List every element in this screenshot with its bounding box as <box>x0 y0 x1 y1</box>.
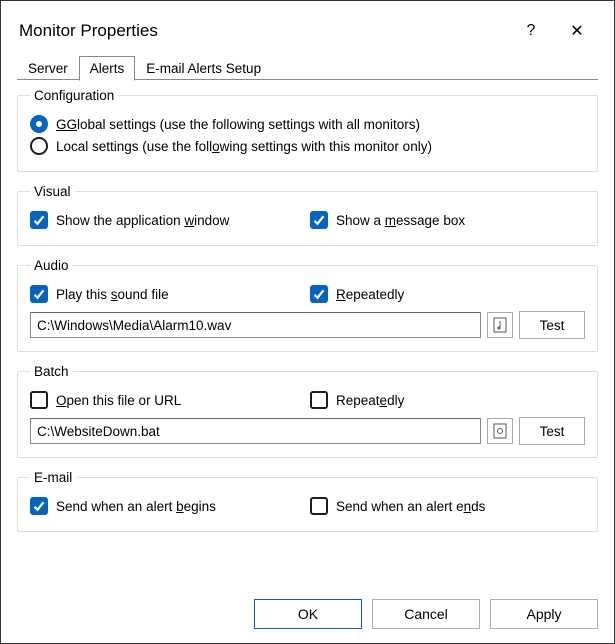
input-sound-path[interactable] <box>30 312 481 338</box>
group-batch: Batch Open this file or URL Repeatedly <box>17 364 598 458</box>
label-audio-repeatedly: Repeatedly <box>336 287 404 302</box>
title-bar: Monitor Properties ? ✕ <box>1 1 614 49</box>
label-batch-repeatedly: Repeatedly <box>336 393 404 408</box>
group-visual: Visual Show the application window Show … <box>17 184 598 246</box>
check-icon <box>33 500 45 512</box>
legend-email: E-mail <box>30 470 76 485</box>
tab-server[interactable]: Server <box>17 56 79 81</box>
test-sound-button[interactable]: Test <box>519 311 585 339</box>
group-configuration: Configuration GGlobal settings (use the … <box>17 88 598 172</box>
checkbox-send-end[interactable] <box>310 497 328 515</box>
radio-local-settings[interactable] <box>30 137 48 155</box>
check-icon <box>313 214 325 226</box>
check-icon <box>313 288 325 300</box>
check-icon <box>33 288 45 300</box>
checkbox-send-begin[interactable] <box>30 497 48 515</box>
tab-email-setup[interactable]: E-mail Alerts Setup <box>135 56 272 81</box>
group-email: E-mail Send when an alert begins Send wh… <box>17 470 598 532</box>
checkbox-audio-repeatedly[interactable] <box>310 285 328 303</box>
window: Monitor Properties ? ✕ Server Alerts E-m… <box>1 1 614 643</box>
close-button[interactable]: ✕ <box>554 15 600 47</box>
label-global-settings: GGlobal settings (use the following sett… <box>56 117 420 132</box>
checkbox-batch-repeatedly[interactable] <box>310 391 328 409</box>
window-title: Monitor Properties <box>19 21 158 41</box>
browse-sound-button[interactable] <box>487 312 513 338</box>
check-icon <box>33 214 45 226</box>
help-button[interactable]: ? <box>508 15 554 47</box>
label-local-settings: Local settings (use the following settin… <box>56 139 432 154</box>
legend-audio: Audio <box>30 258 73 273</box>
label-show-message-box: Show a message box <box>336 213 465 228</box>
radio-global-settings[interactable] <box>30 115 48 133</box>
checkbox-play-sound-file[interactable] <box>30 285 48 303</box>
checkbox-open-file-url[interactable] <box>30 391 48 409</box>
gear-file-icon <box>493 423 507 439</box>
ok-button[interactable]: OK <box>254 599 362 629</box>
music-file-icon <box>493 317 507 333</box>
test-batch-button[interactable]: Test <box>519 417 585 445</box>
dialog-footer: OK Cancel Apply <box>1 589 614 643</box>
title-bar-buttons: ? ✕ <box>508 15 600 47</box>
checkbox-show-app-window[interactable] <box>30 211 48 229</box>
label-send-end: Send when an alert ends <box>336 499 485 514</box>
browse-batch-button[interactable] <box>487 418 513 444</box>
legend-batch: Batch <box>30 364 73 379</box>
legend-visual: Visual <box>30 184 75 199</box>
group-audio: Audio Play this sound file Repeatedly <box>17 258 598 352</box>
tab-content: Configuration GGlobal settings (use the … <box>1 80 614 589</box>
tab-strip: Server Alerts E-mail Alerts Setup <box>1 49 614 80</box>
tab-alerts[interactable]: Alerts <box>79 56 136 81</box>
checkbox-show-message-box[interactable] <box>310 211 328 229</box>
input-batch-path[interactable] <box>30 418 481 444</box>
cancel-button[interactable]: Cancel <box>372 599 480 629</box>
apply-button[interactable]: Apply <box>490 599 598 629</box>
label-play-sound-file: Play this sound file <box>56 287 169 302</box>
label-show-app-window: Show the application window <box>56 213 229 228</box>
label-open-file-url: Open this file or URL <box>56 393 181 408</box>
legend-configuration: Configuration <box>30 88 118 103</box>
label-send-begin: Send when an alert begins <box>56 499 216 514</box>
